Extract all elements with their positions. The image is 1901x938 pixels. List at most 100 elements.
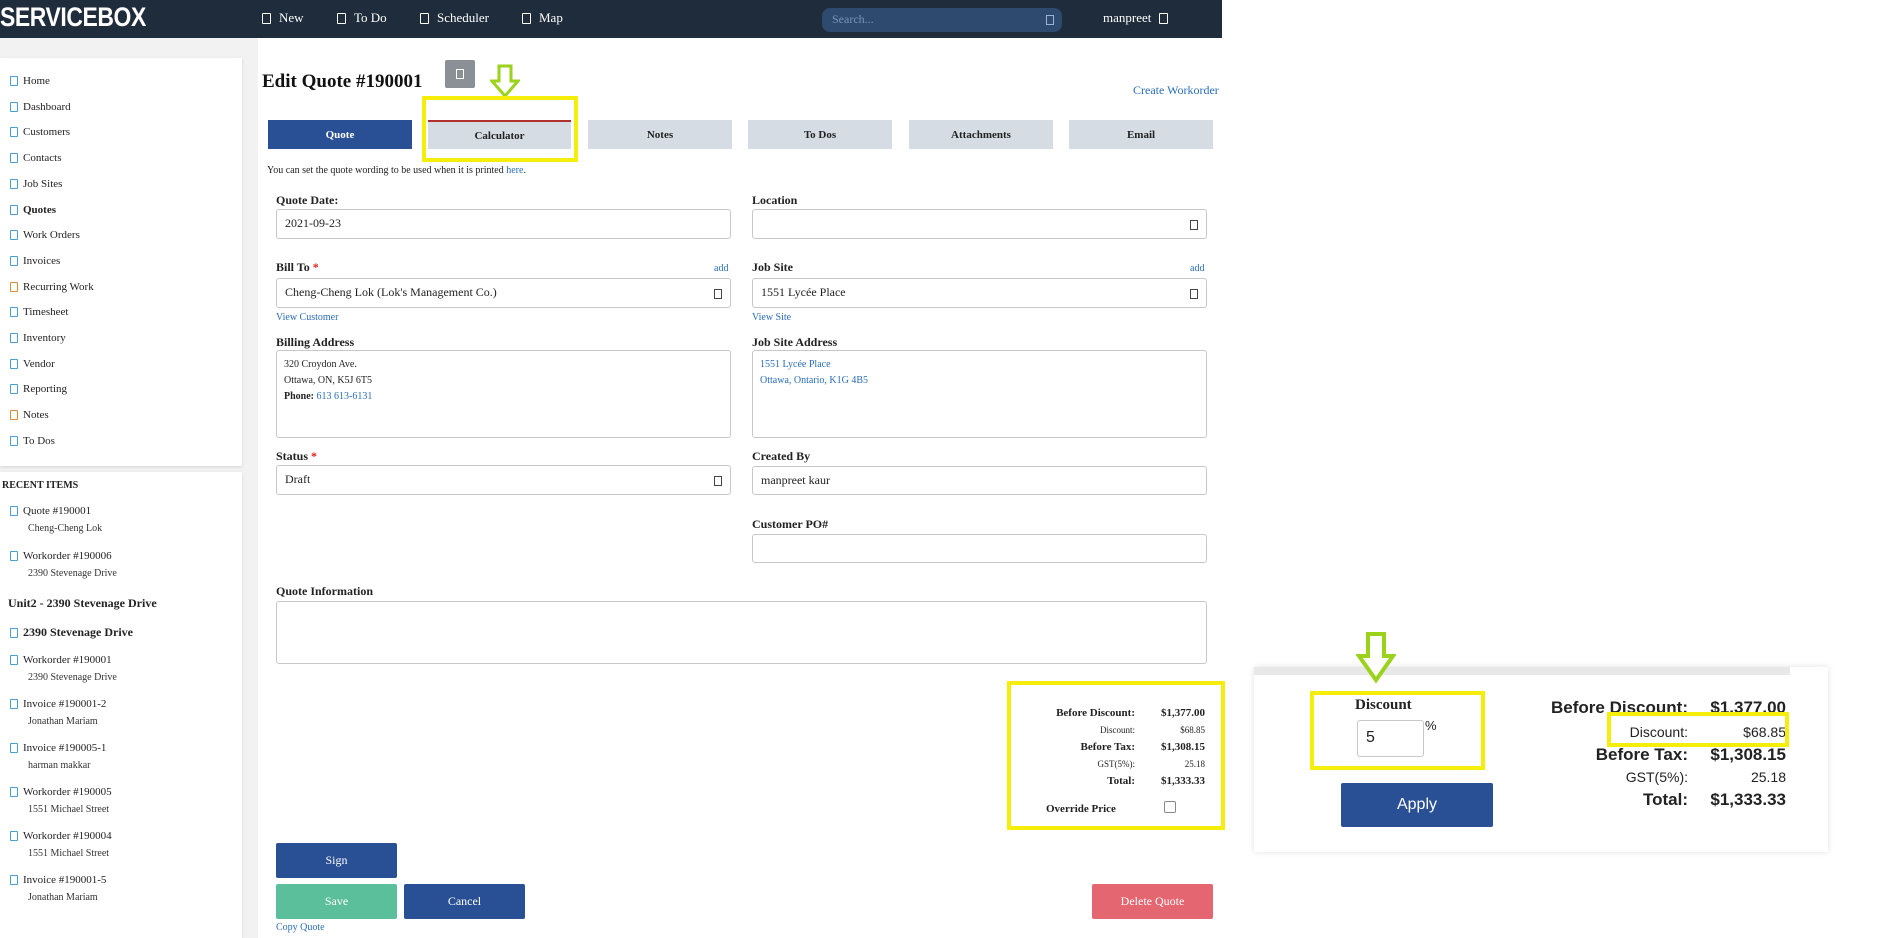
calculator-tab-highlight (422, 96, 578, 162)
job-site-address-line[interactable]: 1551 Lycée Place (760, 357, 1199, 373)
recent-item[interactable]: Workorder #190004 1551 Michael Street (10, 830, 112, 859)
cancel-button[interactable]: Cancel (404, 884, 525, 919)
sidebar-item-to-dos[interactable]: To Dos (10, 435, 55, 447)
quote-info-textarea[interactable] (276, 601, 1207, 664)
search-input[interactable]: Search... (822, 8, 1062, 32)
sidebar-item-quotes[interactable]: Quotes (10, 204, 56, 216)
recent-item[interactable]: Invoice #190005-1 harman makkar (10, 742, 106, 771)
nav-item-icon (10, 384, 18, 395)
delete-quote-button[interactable]: Delete Quote (1092, 884, 1213, 919)
tab-quote[interactable]: Quote (268, 120, 412, 149)
discount-label: Discount: (1100, 725, 1135, 735)
sidebar-item-label: Job Sites (23, 177, 63, 190)
bill-to-add-link[interactable]: add (714, 263, 728, 274)
bill-to-select[interactable]: Cheng-Cheng Lok (Lok's Management Co.) (276, 278, 731, 308)
sidebar-item-dashboard[interactable]: Dashboard (10, 101, 71, 113)
recent-item[interactable]: Invoice #190001-5 Jonathan Mariam (10, 874, 106, 903)
quote-date-input[interactable]: 2021-09-23 (276, 209, 731, 239)
recent-item-title: Workorder #190005 (23, 786, 112, 798)
recent-item[interactable]: 2390 Stevenage Drive (10, 625, 133, 640)
recent-item[interactable]: Workorder #190001 2390 Stevenage Drive (10, 654, 117, 683)
wording-here-link[interactable]: here (506, 165, 523, 176)
nav-item-icon (10, 76, 18, 86)
apply-button[interactable]: Apply (1341, 783, 1493, 827)
override-price-checkbox[interactable] (1164, 801, 1176, 813)
search-icon[interactable] (1046, 15, 1054, 25)
quote-date-label: Quote Date: (276, 193, 339, 207)
recent-item-icon (10, 787, 18, 797)
zoom-gst-label: GST(5%): (1625, 769, 1688, 785)
recent-item-subtitle: Jonathan Mariam (28, 892, 98, 903)
tab-attachments[interactable]: Attachments (909, 120, 1053, 149)
bill-to-label: Bill To * (276, 260, 319, 275)
sidebar-item-vendor[interactable]: Vendor (10, 358, 55, 370)
nav-item-icon (10, 255, 18, 266)
brand-logo[interactable]: SERVICEBOX (0, 2, 146, 33)
sidebar-item-contacts[interactable]: Contacts (10, 152, 62, 164)
location-select[interactable] (752, 209, 1207, 239)
billing-address-line: Ottawa, ON, K5J 6T5 (284, 375, 373, 386)
sidebar-item-inventory[interactable]: Inventory (10, 332, 66, 344)
job-site-value: 1551 Lycée Place (761, 285, 846, 299)
user-menu[interactable]: manpreet (1103, 10, 1169, 26)
job-site-select[interactable]: 1551 Lycée Place (752, 278, 1207, 308)
sidebar-item-timesheet[interactable]: Timesheet (10, 306, 68, 318)
sidebar-item-invoices[interactable]: Invoices (10, 255, 60, 267)
view-customer-link[interactable]: View Customer (276, 312, 338, 323)
settings-button[interactable] (445, 60, 475, 88)
zoom-total-row: Total: $1,333.33 (1538, 788, 1786, 812)
created-by-label: Created By (752, 449, 811, 463)
recent-item[interactable]: Invoice #190001-2 Jonathan Mariam (10, 698, 106, 727)
recent-item-title: Workorder #190004 (23, 830, 112, 842)
gst-row: GST(5%): 25.18 (1020, 756, 1206, 772)
view-site-link[interactable]: View Site (752, 312, 791, 323)
save-button[interactable]: Save (276, 884, 397, 919)
billing-phone: Phone: 613 613-6131 (284, 389, 723, 405)
recent-item[interactable]: Unit2 - 2390 Stevenage Drive (8, 596, 157, 611)
create-workorder-link[interactable]: Create Workorder (1133, 83, 1219, 98)
map-icon (522, 12, 531, 24)
recent-item-title: Workorder #190001 (23, 654, 112, 666)
tab-todos[interactable]: To Dos (748, 120, 892, 149)
job-site-address-line[interactable]: Ottawa, Ontario, K1G 4B5 (760, 373, 1199, 389)
tab-notes[interactable]: Notes (588, 120, 732, 149)
before-tax-value: $1,308.15 (1161, 741, 1205, 753)
zoom-discount-input[interactable]: 5 (1357, 720, 1424, 757)
main-content (258, 38, 1222, 172)
before-tax-label: Before Tax: (1080, 741, 1136, 753)
status-select[interactable]: Draft (276, 465, 731, 495)
sidebar-item-home[interactable]: Home (10, 75, 50, 87)
created-by-input[interactable]: manpreet kaur (752, 466, 1207, 495)
customer-po-input[interactable] (752, 534, 1207, 563)
sidebar-item-notes[interactable]: Notes (10, 409, 49, 421)
sidebar-item-reporting[interactable]: Reporting (10, 383, 67, 395)
tab-email[interactable]: Email (1069, 120, 1213, 149)
sidebar-item-label: Contacts (23, 152, 62, 165)
nav-new[interactable]: New (262, 10, 304, 26)
recent-item[interactable]: Quote #190001 Cheng-Cheng Lok (10, 505, 102, 534)
nav-todo[interactable]: To Do (337, 10, 387, 26)
page-title: Edit Quote #190001 (262, 71, 423, 92)
sign-button[interactable]: Sign (276, 843, 397, 878)
phone-link[interactable]: 613 613-6131 (317, 391, 373, 402)
billing-address-label: Billing Address (276, 335, 355, 349)
job-site-add-link[interactable]: add (1190, 263, 1204, 274)
sidebar-item-job-sites[interactable]: Job Sites (10, 178, 62, 190)
sidebar-item-label: To Dos (23, 434, 55, 447)
recent-item-icon (10, 831, 18, 841)
sidebar-item-customers[interactable]: Customers (10, 126, 70, 138)
sidebar-item-recurring-work[interactable]: Recurring Work (10, 281, 94, 293)
recent-item-title: Quote #190001 (23, 505, 92, 517)
recent-item[interactable]: Workorder #190006 2390 Stevenage Drive (10, 550, 117, 579)
sidebar-item-label: Recurring Work (23, 280, 94, 293)
recent-item[interactable]: Workorder #190005 1551 Michael Street (10, 786, 112, 815)
copy-quote-link[interactable]: Copy Quote (276, 922, 325, 933)
sidebar-item-label: Reporting (23, 383, 67, 396)
sidebar-item-label: Inventory (23, 332, 66, 344)
nav-map[interactable]: Map (522, 10, 563, 26)
nav-scheduler[interactable]: Scheduler (420, 10, 489, 26)
dropdown-icon (1190, 220, 1198, 230)
sidebar-item-label: Invoices (23, 254, 61, 267)
highlight-arrow-icon (490, 64, 520, 98)
sidebar-item-work-orders[interactable]: Work Orders (10, 229, 80, 241)
